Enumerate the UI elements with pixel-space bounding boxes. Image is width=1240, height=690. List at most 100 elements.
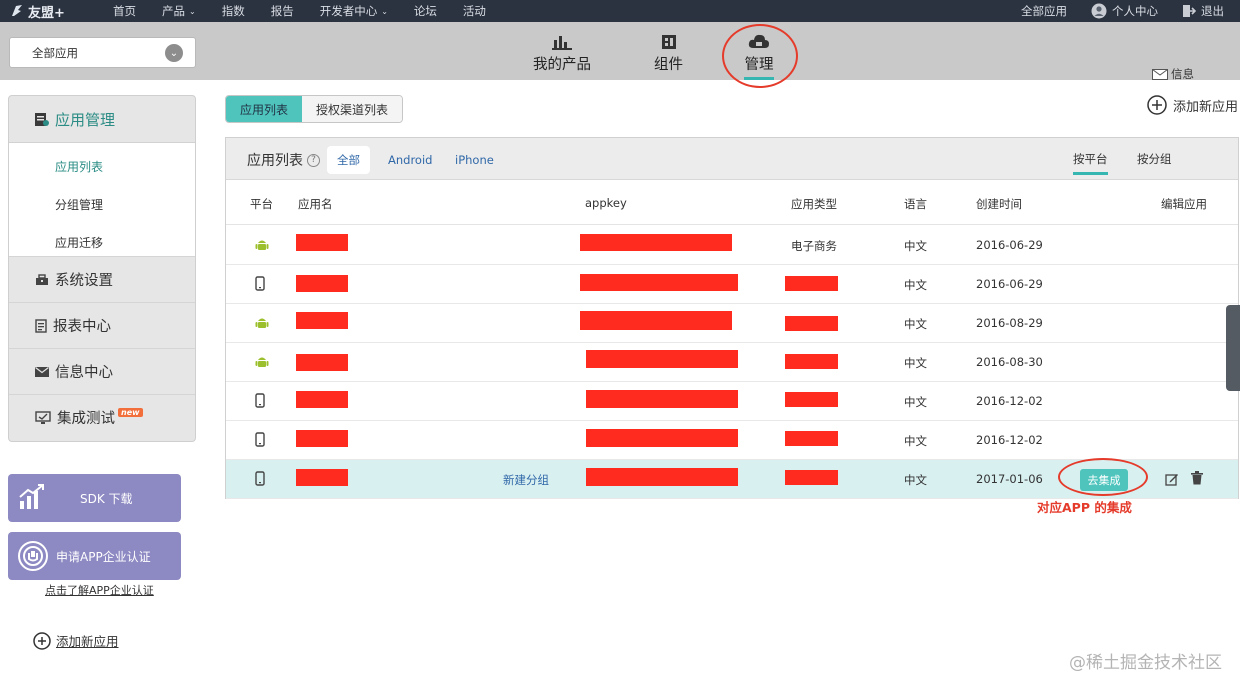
sidebar-item-app-list[interactable]: 应用列表 [9, 147, 195, 185]
redacted-appkey [580, 311, 732, 330]
nav-events[interactable]: 活动 [450, 0, 499, 22]
new-group-link[interactable]: 新建分组 [503, 472, 549, 488]
redacted-app-name [296, 234, 348, 251]
sdk-download-button[interactable]: SDK 下载 [8, 474, 181, 522]
sort-by-platform-label: 按平台 [1073, 152, 1108, 166]
created-date-cell: 2016-06-29 [976, 238, 1043, 252]
segment-channel-list[interactable]: 授权渠道列表 [302, 96, 403, 122]
sidebar-item-integration-test[interactable]: 集成测试 new [9, 394, 195, 440]
tab-components-label: 组件 [654, 57, 683, 73]
sidebar-item-group-management[interactable]: 分组管理 [9, 185, 195, 223]
edit-pencil-icon[interactable] [1165, 472, 1179, 486]
filter-android[interactable]: Android [378, 146, 442, 174]
all-apps-label: 全部应用 [1021, 4, 1067, 18]
table-row[interactable]: 中文 2016-12-02 [226, 382, 1238, 421]
language-cell: 中文 [904, 356, 927, 370]
active-sort-indicator [1073, 172, 1108, 175]
panel-title-label: 应用列表 [247, 153, 303, 169]
sidebar-item-app-migration-label: 应用迁移 [55, 235, 104, 250]
sidebar-item-group-management-label: 分组管理 [55, 197, 104, 212]
redacted-appkey [586, 350, 738, 368]
redacted-app-type [785, 316, 838, 331]
list-segmented-control: 应用列表 授权渠道列表 [225, 95, 404, 123]
personal-center-link[interactable]: 个人中心 [1091, 3, 1158, 19]
sidebar: 应用管理 应用列表 分组管理 应用迁移 系统设置 报表中心 信息中心 集成测试 … [8, 95, 196, 442]
nav-index[interactable]: 指数 [209, 0, 258, 22]
app-type-cell: 电子商务 [791, 239, 837, 253]
language-cell: 中文 [904, 278, 927, 292]
col-created: 创建时间 [976, 197, 1022, 211]
add-new-app-button[interactable]: 添加新应用 [1147, 95, 1238, 115]
sidebar-item-message-center[interactable]: 信息中心 [9, 348, 195, 394]
floating-side-tab[interactable] [1226, 305, 1240, 391]
logout-label: 退出 [1201, 4, 1224, 18]
sidebar-add-app-link[interactable]: 添加新应用 [33, 631, 119, 650]
created-date-cell: 2016-06-29 [976, 277, 1043, 291]
logo-text: 友盟+ [28, 5, 65, 21]
created-date-cell: 2016-12-02 [976, 433, 1043, 447]
mail-icon [35, 366, 49, 377]
tab-my-products[interactable]: 我的产品 [533, 30, 591, 74]
nav-products[interactable]: 产品 ⌄ [149, 0, 209, 22]
table-row[interactable]: 中文 2016-12-02 [226, 421, 1238, 460]
logo[interactable]: 友盟+ [0, 2, 100, 21]
enterprise-cert-link[interactable]: 点击了解APP企业认证 [45, 582, 154, 598]
chevron-down-icon[interactable]: ⌄ [165, 44, 183, 62]
logout-link[interactable]: 退出 [1182, 3, 1224, 19]
all-apps-link[interactable]: 全部应用 [1021, 3, 1067, 19]
table-header: 平台 应用名 appkey 应用类型 语言 创建时间 编辑应用 [226, 181, 1238, 225]
redacted-app-type [785, 392, 838, 407]
redacted-app-type [785, 470, 838, 485]
sidebar-item-report-center[interactable]: 报表中心 [9, 302, 195, 348]
certificate-badge-icon [18, 541, 48, 571]
nav-reports[interactable]: 报告 [258, 0, 307, 22]
android-icon [255, 318, 269, 328]
integrate-highlight-circle [1058, 458, 1148, 496]
help-question-icon[interactable]: ? [307, 153, 320, 167]
redacted-app-type [785, 431, 838, 446]
col-app-type: 应用类型 [791, 197, 837, 211]
sort-by-group-label: 按分组 [1137, 152, 1172, 166]
filter-iphone[interactable]: iPhone [445, 146, 504, 174]
sidebar-header-label: 应用管理 [55, 110, 116, 129]
app-management-icon [35, 112, 49, 126]
trash-icon[interactable] [1191, 471, 1203, 485]
tab-components[interactable]: 组件 [654, 30, 683, 74]
nav-home[interactable]: 首页 [100, 0, 149, 22]
table-row[interactable]: 中文 2016-06-29 [226, 265, 1238, 304]
table-row[interactable]: 电子商务 中文 2016-06-29 [226, 226, 1238, 265]
growth-chart-icon [19, 484, 44, 509]
nav-developer-center[interactable]: 开发者中心 ⌄ [307, 0, 401, 22]
language-cell: 中文 [904, 434, 927, 448]
add-new-app-label: 添加新应用 [1172, 99, 1238, 115]
sidebar-app-management[interactable]: 应用管理 [9, 96, 195, 143]
logout-icon [1183, 5, 1196, 17]
col-language: 语言 [904, 197, 927, 211]
col-appkey: appkey [585, 196, 627, 210]
redacted-appkey [580, 234, 732, 251]
segment-app-list[interactable]: 应用列表 [226, 96, 303, 122]
plus-circle-icon [1147, 95, 1167, 115]
app-select-value: 全部应用 [32, 45, 78, 60]
user-avatar-icon [1091, 3, 1107, 19]
table-row[interactable]: 中文 2016-08-29 [226, 304, 1238, 343]
enterprise-cert-button[interactable]: 申请APP企业认证 [8, 532, 181, 580]
sdk-download-label: SDK 下载 [80, 492, 133, 506]
table-row[interactable]: 中文 2016-08-30 [226, 343, 1238, 382]
nav-reports-label: 报告 [270, 4, 294, 18]
redacted-app-name [296, 469, 348, 486]
filter-iphone-label: iPhone [455, 153, 494, 167]
sort-by-platform[interactable]: 按平台 [1073, 151, 1108, 175]
sidebar-item-system-settings[interactable]: 系统设置 [9, 256, 195, 302]
filter-all[interactable]: 全部 [327, 146, 370, 174]
created-date-cell: 2016-12-02 [976, 394, 1043, 408]
created-date-cell: 2016-08-30 [976, 355, 1043, 369]
messages-link[interactable]: 信息 [1152, 66, 1194, 82]
sort-by-group[interactable]: 按分组 [1137, 151, 1172, 167]
iphone-icon [255, 471, 265, 486]
redacted-appkey [580, 274, 738, 291]
integration-test-label: 集成测试 [57, 411, 115, 427]
redacted-app-name [296, 275, 348, 292]
app-select-dropdown[interactable]: 全部应用 ⌄ [9, 37, 196, 68]
nav-forum[interactable]: 论坛 [401, 0, 450, 22]
